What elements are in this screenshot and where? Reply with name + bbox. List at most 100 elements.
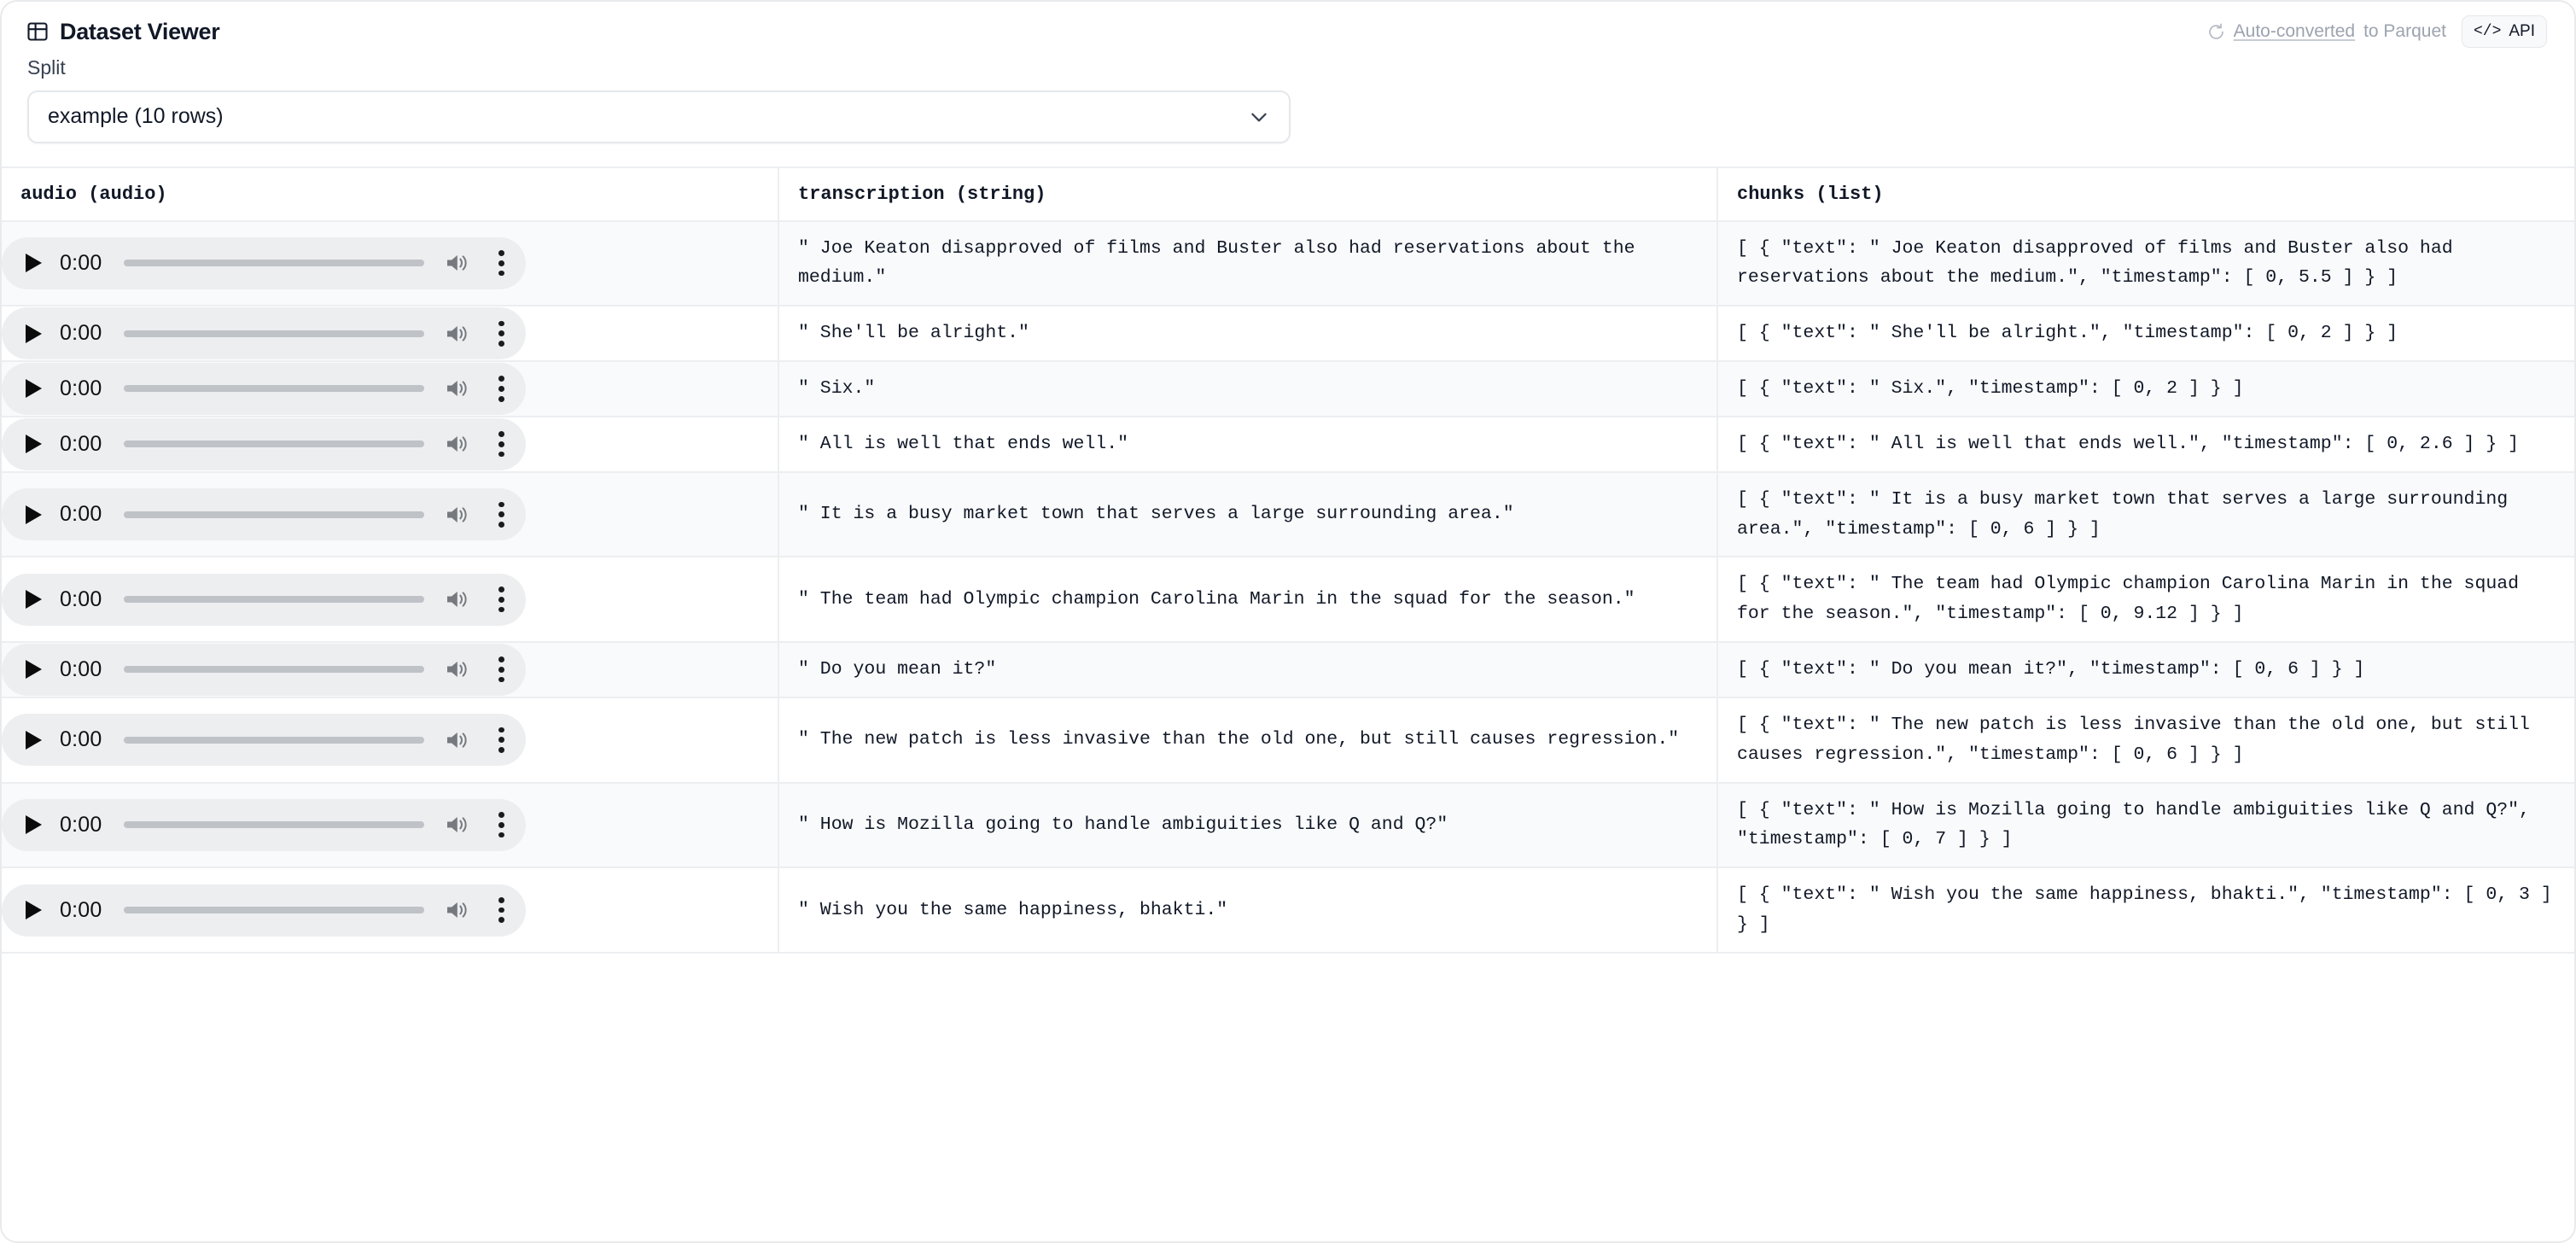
volume-icon[interactable] [445, 252, 471, 274]
audio-progress-slider[interactable] [124, 330, 424, 337]
chunks-text: [ { "text": " Wish you the same happines… [1718, 868, 2576, 952]
api-button-label: API [2509, 22, 2535, 41]
audio-progress-slider[interactable] [124, 666, 424, 673]
audio-progress-slider[interactable] [124, 907, 424, 913]
volume-icon[interactable] [445, 433, 471, 455]
column-header-transcription[interactable]: transcription (string) [778, 168, 1717, 221]
audio-player[interactable]: 0:00 [2, 714, 526, 766]
audio-progress-slider[interactable] [124, 821, 424, 828]
audio-player[interactable]: 0:00 [2, 574, 526, 626]
transcription-cell: " Six." [778, 361, 1717, 417]
play-icon[interactable] [20, 727, 46, 753]
split-select[interactable]: example (10 rows) [27, 90, 1291, 143]
audio-more-options-icon[interactable] [490, 376, 512, 401]
audio-player[interactable]: 0:00 [2, 418, 526, 470]
audio-player[interactable]: 0:00 [2, 799, 526, 851]
chevron-down-icon [1248, 106, 1270, 128]
play-icon[interactable] [20, 502, 46, 528]
chunks-cell: [ { "text": " Wish you the same happines… [1717, 867, 2576, 953]
dataset-table: audio (audio) transcription (string) chu… [2, 168, 2576, 954]
audio-more-options-icon[interactable] [490, 812, 512, 837]
audio-progress-slider[interactable] [124, 385, 424, 392]
volume-icon[interactable] [445, 814, 471, 836]
play-icon[interactable] [20, 897, 46, 923]
audio-player[interactable]: 0:00 [2, 884, 526, 937]
audio-more-options-icon[interactable] [490, 321, 512, 347]
split-section: Split example (10 rows) [2, 44, 2574, 143]
audio-cell: 0:00 [2, 557, 778, 642]
chunks-cell: [ { "text": " All is well that ends well… [1717, 417, 2576, 472]
play-icon[interactable] [20, 657, 46, 682]
audio-more-options-icon[interactable] [490, 502, 512, 528]
audio-progress-slider[interactable] [124, 737, 424, 744]
volume-icon[interactable] [445, 729, 471, 751]
play-icon[interactable] [20, 812, 46, 837]
chunks-cell: [ { "text": " It is a busy market town t… [1717, 472, 2576, 557]
transcription-text: " The team had Olympic champion Carolina… [779, 573, 1716, 627]
audio-more-options-icon[interactable] [490, 657, 512, 682]
chunks-text: [ { "text": " The new patch is less inva… [1718, 698, 2576, 782]
audio-cell: 0:00 [2, 472, 778, 557]
audio-cell: 0:00 [2, 867, 778, 953]
transcription-cell: " Wish you the same happiness, bhakti." [778, 867, 1717, 953]
transcription-text: " Six." [779, 362, 1716, 416]
play-icon[interactable] [20, 376, 46, 401]
audio-more-options-icon[interactable] [490, 250, 512, 276]
audio-time: 0:00 [60, 502, 102, 527]
transcription-cell: " The team had Olympic champion Carolina… [778, 557, 1717, 642]
transcription-text: " It is a busy market town that serves a… [779, 487, 1716, 541]
audio-more-options-icon[interactable] [490, 431, 512, 457]
column-header-chunks[interactable]: chunks (list) [1717, 168, 2576, 221]
volume-icon[interactable] [445, 899, 471, 921]
table-row: 0:00 [2, 642, 2576, 697]
table-header: audio (audio) transcription (string) chu… [2, 168, 2576, 221]
auto-converted-parquet[interactable]: Auto-converted to Parquet [2207, 21, 2446, 42]
volume-icon[interactable] [445, 588, 471, 610]
audio-progress-slider[interactable] [124, 441, 424, 447]
audio-time: 0:00 [60, 657, 102, 682]
audio-player[interactable]: 0:00 [2, 307, 526, 359]
audio-more-options-icon[interactable] [490, 727, 512, 753]
chunks-cell: [ { "text": " Six.", "timestamp": [ 0, 2… [1717, 361, 2576, 417]
transcription-cell: " The new patch is less invasive than th… [778, 697, 1717, 783]
transcription-cell: " How is Mozilla going to handle ambigui… [778, 783, 1717, 868]
split-selected-value: example (10 rows) [48, 106, 224, 127]
transcription-cell: " Do you mean it?" [778, 642, 1717, 697]
refresh-icon [2207, 23, 2225, 41]
table-row: 0:00 [2, 697, 2576, 783]
transcription-text: " All is well that ends well." [779, 417, 1716, 471]
volume-icon[interactable] [445, 377, 471, 400]
chunks-text: [ { "text": " All is well that ends well… [1718, 417, 2576, 471]
transcription-cell: " She'll be alright." [778, 306, 1717, 361]
audio-player[interactable]: 0:00 [2, 488, 526, 540]
audio-player[interactable]: 0:00 [2, 363, 526, 415]
audio-more-options-icon[interactable] [490, 897, 512, 923]
audio-player[interactable]: 0:00 [2, 644, 526, 696]
volume-icon[interactable] [445, 658, 471, 680]
audio-progress-slider[interactable] [124, 596, 424, 603]
auto-converted-link-text[interactable]: Auto-converted [2234, 21, 2355, 42]
volume-icon[interactable] [445, 323, 471, 345]
chunks-text: [ { "text": " It is a busy market town t… [1718, 473, 2576, 557]
play-icon[interactable] [20, 586, 46, 612]
chunks-cell: [ { "text": " The team had Olympic champ… [1717, 557, 2576, 642]
table-row: 0:00 [2, 783, 2576, 868]
chunks-cell: [ { "text": " How is Mozilla going to ha… [1717, 783, 2576, 868]
play-icon[interactable] [20, 250, 46, 276]
api-button[interactable]: </> API [2462, 15, 2547, 48]
transcription-text: " Wish you the same happiness, bhakti." [779, 884, 1716, 937]
audio-time: 0:00 [60, 727, 102, 752]
audio-cell: 0:00 [2, 417, 778, 472]
transcription-cell: " Joe Keaton disapproved of films and Bu… [778, 221, 1717, 306]
audio-more-options-icon[interactable] [490, 586, 512, 612]
audio-player[interactable]: 0:00 [2, 237, 526, 289]
chunks-cell: [ { "text": " She'll be alright.", "time… [1717, 306, 2576, 361]
chunks-text: [ { "text": " How is Mozilla going to ha… [1718, 784, 2576, 867]
volume-icon[interactable] [445, 504, 471, 526]
audio-progress-slider[interactable] [124, 260, 424, 266]
play-icon[interactable] [20, 431, 46, 457]
audio-progress-slider[interactable] [124, 511, 424, 518]
viewer-header-left: Dataset Viewer [27, 20, 219, 44]
column-header-audio[interactable]: audio (audio) [2, 168, 778, 221]
play-icon[interactable] [20, 321, 46, 347]
